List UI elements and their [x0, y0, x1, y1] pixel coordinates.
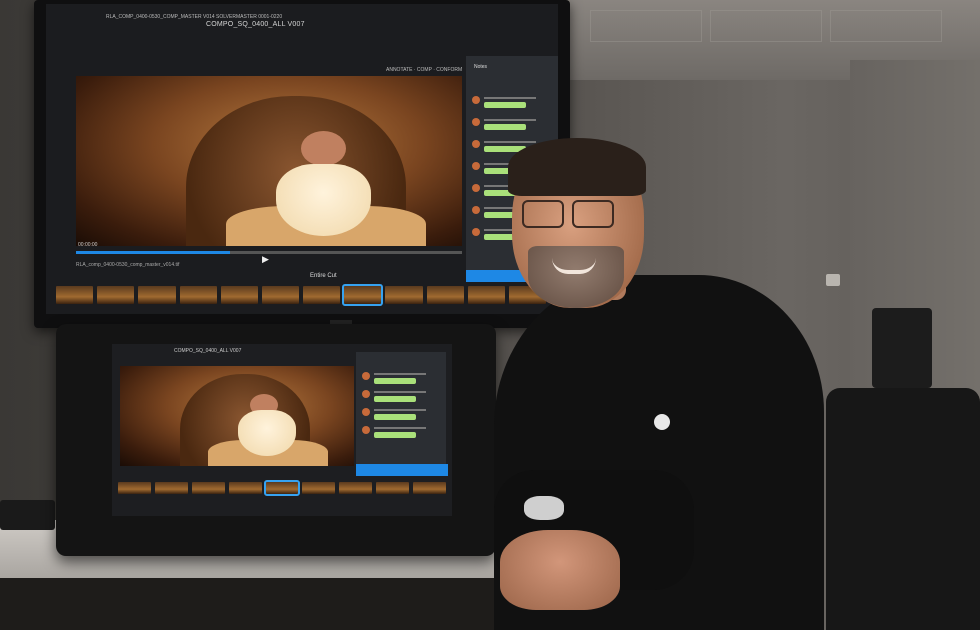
thumbnail[interactable] [118, 482, 151, 494]
thumbnail[interactable] [339, 482, 373, 494]
thumbnail[interactable] [413, 482, 447, 494]
tablet-shot-title: COMPO_SQ_0400_ALL V007 [174, 348, 242, 354]
wristwatch [524, 496, 564, 520]
notes-title: Notes [474, 64, 488, 70]
shot-subtitle: RLA_COMP_0400-0530_COMP_MASTER V014 SOLV… [106, 14, 283, 20]
clasped-hands [500, 530, 620, 610]
clip-name: RLA_comp_0400-0530_comp_master_v014.tif [76, 262, 180, 268]
thumbnail[interactable] [179, 286, 217, 304]
thumbnail[interactable] [302, 482, 336, 494]
thumbnail[interactable] [97, 286, 135, 304]
note-send-bar[interactable] [356, 464, 448, 476]
person [494, 138, 834, 630]
thumbnail[interactable] [138, 286, 176, 304]
thumbnail[interactable] [385, 286, 423, 304]
glasses [522, 200, 622, 228]
note-item[interactable] [362, 390, 442, 402]
review-header: RLA_COMP_0400-0530_COMP_MASTER V014 SOLV… [46, 4, 466, 73]
keyboard [0, 500, 55, 530]
tablet-thumbnail-strip [118, 480, 447, 496]
note-item[interactable] [472, 118, 552, 130]
wall-monitor-screen: RLA_COMP_0400-0530_COMP_MASTER V014 SOLV… [46, 4, 558, 314]
thumbnail-selected[interactable] [342, 284, 384, 306]
note-item[interactable] [472, 96, 552, 108]
character-face [301, 131, 346, 166]
tablet-notes-panel [356, 352, 448, 476]
playback-controls: 00:00:00 ▶ RLA_comp_0400-0530_comp_maste… [76, 242, 462, 279]
timecode: 00:00:00 [78, 242, 98, 248]
note-item[interactable] [362, 426, 442, 438]
thumbnail[interactable] [426, 286, 464, 304]
mode-label: ANNOTATE · COMP · CONFORM [386, 67, 463, 73]
note-item[interactable] [362, 408, 442, 420]
thumbnail-strip [56, 284, 547, 306]
thumbnail[interactable] [154, 482, 188, 494]
hair [508, 138, 646, 196]
thumbnail[interactable] [228, 482, 262, 494]
speaker [872, 308, 932, 388]
tablet-video-viewer[interactable] [120, 366, 354, 466]
character-beard [238, 410, 296, 456]
wall-monitor: RLA_COMP_0400-0530_COMP_MASTER V014 SOLV… [34, 0, 570, 332]
character-beard [276, 164, 371, 236]
beard [528, 246, 624, 308]
thumbnail[interactable] [220, 286, 258, 304]
pen-display-screen: COMPO_SQ_0400_ALL V007 [112, 344, 452, 516]
pen-display: COMPO_SQ_0400_ALL V007 [56, 324, 496, 556]
thumbnail[interactable] [56, 286, 94, 304]
video-viewer[interactable] [76, 76, 462, 246]
thumbnail[interactable] [191, 482, 225, 494]
photo-scene: RLA_COMP_0400-0530_COMP_MASTER V014 SOLV… [0, 0, 980, 630]
thumbnail[interactable] [376, 482, 410, 494]
shot-title: COMPO_SQ_0400_ALL V007 [206, 21, 305, 28]
edit-label: Entire Cut [310, 273, 337, 279]
note-item[interactable] [362, 372, 442, 384]
play-icon[interactable]: ▶ [262, 254, 269, 265]
thumbnail[interactable] [303, 286, 341, 304]
thumbnail-selected[interactable] [263, 480, 301, 496]
thumbnail[interactable] [261, 286, 300, 304]
sweater-logo [654, 414, 670, 430]
chair [826, 388, 980, 630]
